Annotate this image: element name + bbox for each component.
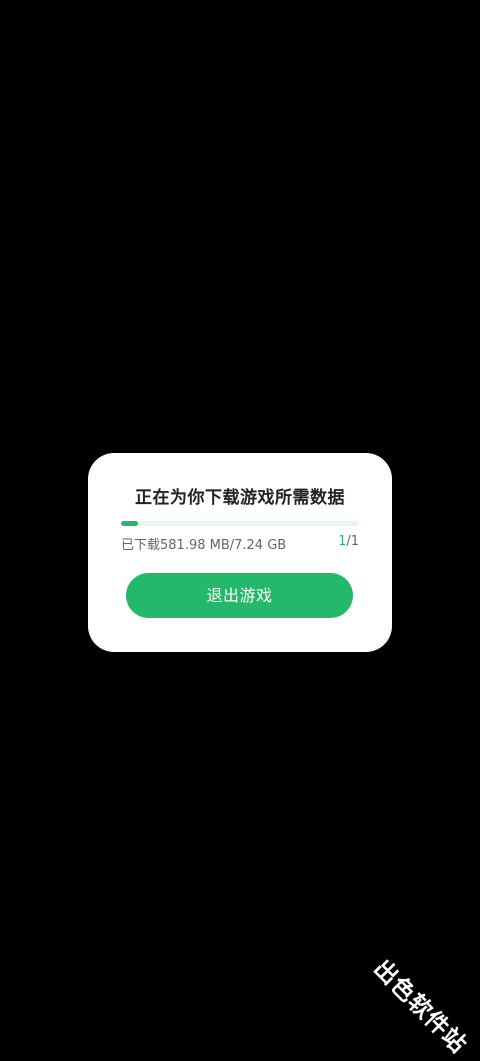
download-progress-bar xyxy=(121,521,359,526)
screen-background: { "dialog": { "title": "正在为你下载游戏所需数据", "… xyxy=(0,0,480,1061)
download-status-text: 已下载581.98 MB/7.24 GB xyxy=(121,538,287,553)
download-dialog: 正在为你下载游戏所需数据 已下载581.98 MB/7.24 GB 1/1 退出… xyxy=(88,453,392,652)
watermark-text: 出色软件站 xyxy=(368,955,472,1059)
dialog-title: 正在为你下载游戏所需数据 xyxy=(135,488,345,508)
download-progress-fill xyxy=(121,521,138,526)
download-counter: 1/1 xyxy=(338,534,359,549)
exit-game-button[interactable]: 退出游戏 xyxy=(126,573,353,618)
download-status-row: 已下载581.98 MB/7.24 GB 1/1 xyxy=(121,534,359,553)
download-counter-total: /1 xyxy=(346,534,359,549)
